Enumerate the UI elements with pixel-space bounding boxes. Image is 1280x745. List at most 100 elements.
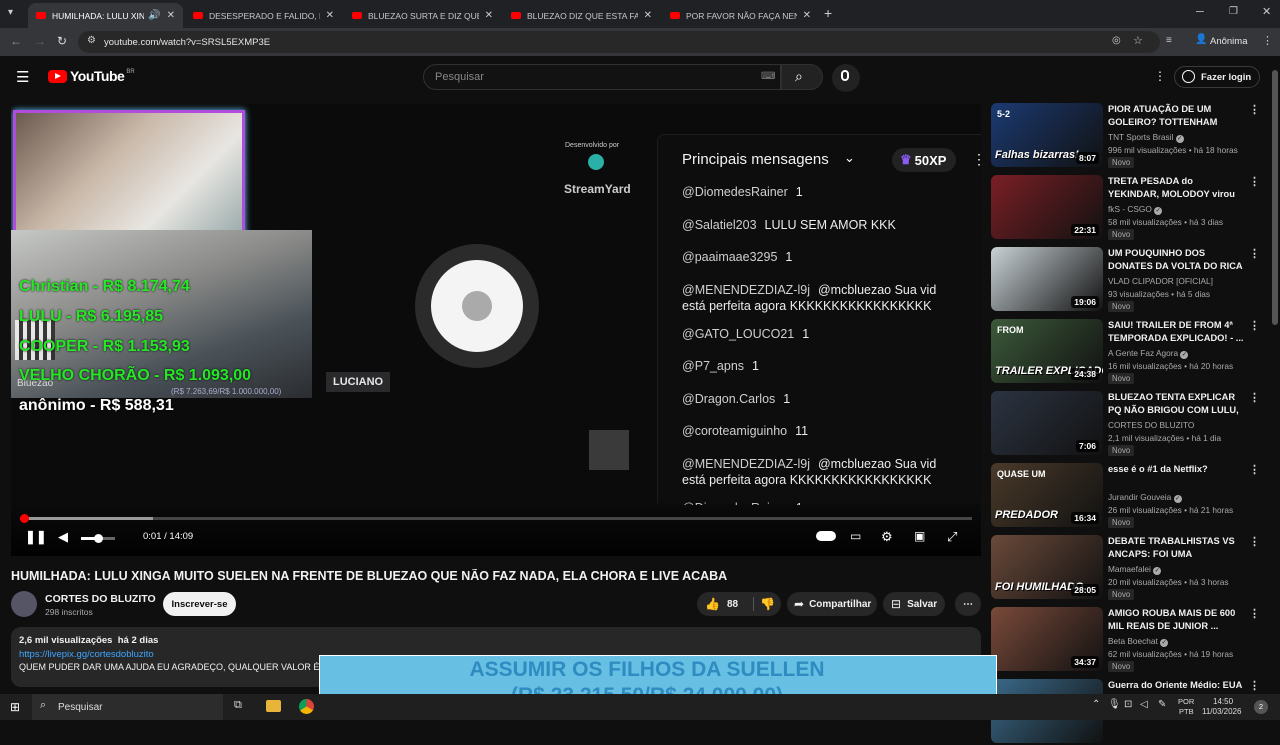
browser-menu-icon[interactable]: ⋮ <box>1262 34 1273 47</box>
tab-search-icon[interactable]: ▾ <box>8 7 13 18</box>
search-input[interactable]: Pesquisar ⌨ <box>423 64 781 90</box>
chat-menu-icon[interactable]: ⋮ <box>972 151 981 168</box>
more-options-icon[interactable]: ⋮ <box>1249 391 1260 404</box>
page-scrollbar[interactable] <box>1272 70 1278 325</box>
channel-name[interactable]: A Gente Faz Agora ✓ <box>1108 348 1189 359</box>
channel-name[interactable]: VLAD CLIPADOR [OFICIAL] <box>1108 276 1213 286</box>
channel-name[interactable]: CORTES DO BLUZITO <box>1108 420 1194 430</box>
tab-audio-icon[interactable]: 🔊 <box>148 10 160 21</box>
more-actions-button[interactable]: ⋯ <box>955 592 981 616</box>
tab-5[interactable]: POR FAVOR NÃO FAÇA NENHUM ✕ <box>662 3 819 28</box>
language-line2[interactable]: PTB <box>1179 707 1194 716</box>
theater-mode-icon[interactable]: ▣ <box>914 529 925 543</box>
video-title[interactable]: esse é o #1 da Netflix? <box>1108 463 1246 476</box>
youtube-logo[interactable]: YouTube BR <box>48 68 135 84</box>
video-thumbnail[interactable]: FOI HUMILHADO 28:05 <box>991 535 1103 599</box>
windows-start-icon[interactable]: ⊞ <box>10 700 20 714</box>
more-options-icon[interactable]: ⋮ <box>1249 247 1260 260</box>
settings-menu-icon[interactable]: ⋮ <box>1154 69 1166 83</box>
url-bar[interactable]: ⚙ youtube.com/watch?v=SRSL5EXMP3E ◎ ☆ <box>78 31 1160 53</box>
save-button[interactable]: ⊟ Salvar <box>883 592 945 616</box>
subscribe-button[interactable]: Inscrever-se <box>163 592 236 616</box>
new-tab-plus-icon[interactable]: + <box>824 5 832 21</box>
recommended-video[interactable]: 19:06 UM POUQUINHO DOS DONATES DA VOLTA D… <box>991 247 1271 313</box>
video-title[interactable]: SAIU! TRAILER DE FROM 4ª TEMPORADA EXPLI… <box>1108 319 1246 344</box>
channel-name[interactable]: Jurandir Gouveia ✓ <box>1108 492 1182 503</box>
reload-icon[interactable]: ↻ <box>57 34 67 48</box>
video-title[interactable]: BLUEZAO TENTA EXPLICAR PQ NÃO BRIGOU COM… <box>1108 391 1246 417</box>
voice-search-button[interactable] <box>832 64 860 92</box>
autoplay-toggle-icon[interactable] <box>816 531 836 541</box>
clock-date[interactable]: 11/03/2026 <box>1202 707 1241 716</box>
notifications-icon[interactable]: 2 <box>1254 700 1268 714</box>
clock-time[interactable]: 14:50 <box>1213 697 1233 706</box>
video-thumbnail[interactable]: 5-2 Falhas bizarras! 8:07 <box>991 103 1103 167</box>
profile-label[interactable]: Anônima <box>1210 36 1248 47</box>
search-button[interactable]: ⌕ <box>781 64 823 90</box>
volume-icon[interactable]: ◀ <box>58 529 68 545</box>
like-button[interactable]: 👍 88 👎 <box>697 592 781 616</box>
microphone-tray-icon[interactable]: 🎙 <box>1108 699 1121 710</box>
captions-icon[interactable]: ▭ <box>850 529 861 543</box>
channel-avatar[interactable] <box>11 591 37 617</box>
minimize-icon[interactable]: ─ <box>1196 6 1204 18</box>
more-options-icon[interactable]: ⋮ <box>1249 319 1260 332</box>
video-thumbnail[interactable]: 34:37 <box>991 607 1103 671</box>
forward-arrow-icon[interactable]: → <box>34 34 46 48</box>
channel-name[interactable]: fkS - CSGO ✓ <box>1108 204 1163 215</box>
restore-icon[interactable]: ❐ <box>1229 6 1238 17</box>
dislike-icon[interactable]: 👎 <box>753 597 775 611</box>
video-thumbnail[interactable]: 22:31 <box>991 175 1103 239</box>
task-view-icon[interactable]: ⧉ <box>234 699 242 712</box>
settings-gear-icon[interactable]: ⚙ <box>881 529 893 545</box>
more-options-icon[interactable]: ⋮ <box>1249 103 1260 116</box>
chevron-up-icon[interactable]: ⌃ <box>1092 699 1100 710</box>
pause-icon[interactable]: ❚❚ <box>25 529 47 545</box>
tab-3[interactable]: BLUEZAO SURTA E DIZ QUE NÃO ✕ <box>344 3 501 28</box>
channel-name[interactable]: CORTES DO BLUZITO <box>45 593 156 605</box>
more-options-icon[interactable]: ⋮ <box>1249 607 1260 620</box>
fullscreen-icon[interactable]: ⤢ <box>947 529 957 545</box>
file-explorer-icon[interactable] <box>266 700 281 712</box>
video-title[interactable]: UM POUQUINHO DOS DONATES DA VOLTA DO RIC… <box>1108 247 1246 273</box>
recommended-video[interactable]: 7:06 BLUEZAO TENTA EXPLICAR PQ NÃO BRIGOU… <box>991 391 1271 457</box>
sign-in-button[interactable]: Fazer login <box>1174 66 1260 88</box>
video-title[interactable]: DEBATE TRABALHISTAS VS ANCAPS: FOI UMA V… <box>1108 535 1246 561</box>
language-line1[interactable]: POR <box>1178 697 1194 706</box>
hamburger-menu-icon[interactable]: ☰ <box>16 68 29 86</box>
video-title[interactable]: PIOR ATUAÇÃO DE UM GOLEIRO? TOTTENHAM FA… <box>1108 103 1246 129</box>
chat-header[interactable]: Principais mensagens <box>682 151 829 168</box>
progress-bar[interactable] <box>20 514 972 523</box>
network-icon[interactable]: ⊡ <box>1124 699 1132 710</box>
video-title[interactable]: TRETA PESADA do YEKINDAR, MOLODOY virou … <box>1108 175 1246 201</box>
scrubber-handle[interactable] <box>20 514 29 523</box>
video-thumbnail[interactable]: FROM TRAILER EXPLICADO 24:38 <box>991 319 1103 383</box>
tab-close-icon[interactable]: ✕ <box>485 10 493 21</box>
tab-2[interactable]: DESESPERADO E FALIDO, BLUEZAO ✕ <box>185 3 342 28</box>
speaker-icon[interactable]: ◁ <box>1140 699 1148 710</box>
recommended-video[interactable]: 5-2 Falhas bizarras! 8:07 PIOR ATUAÇÃO DE U… <box>991 103 1271 169</box>
more-options-icon[interactable]: ⋮ <box>1249 463 1260 476</box>
recommended-video[interactable]: QUASE UM PREDADOR 16:34 esse é o #1 da Netf… <box>991 463 1271 529</box>
video-thumbnail[interactable]: 19:06 <box>991 247 1103 311</box>
close-window-icon[interactable]: ✕ <box>1262 5 1271 18</box>
more-options-icon[interactable]: ⋮ <box>1249 535 1260 548</box>
back-arrow-icon[interactable]: ← <box>10 34 22 48</box>
eye-off-icon[interactable]: ◎ <box>1112 35 1121 46</box>
chevron-down-icon[interactable]: ⌄ <box>844 150 855 166</box>
recommended-video[interactable]: 22:31 TRETA PESADA do YEKINDAR, MOLODOY v… <box>991 175 1271 241</box>
pen-icon[interactable]: ✎ <box>1158 699 1166 710</box>
share-button[interactable]: ➦ Compartilhar <box>787 592 877 616</box>
more-options-icon[interactable]: ⋮ <box>1249 679 1260 692</box>
description-link[interactable]: https://livepix.gg/cortesdobluzito <box>19 649 154 660</box>
channel-name[interactable]: Mamaefalei ✓ <box>1108 564 1162 575</box>
channel-name[interactable]: TNT Sports Brasil ✓ <box>1108 132 1184 143</box>
video-player[interactable]: Bluezao (R$ 7.263,69/R$ 1.000.000,00) LU… <box>11 104 981 556</box>
recommended-video[interactable]: 34:37 AMIGO ROUBA MAIS DE 600 MIL REAIS D… <box>991 607 1271 673</box>
tab-close-icon[interactable]: ✕ <box>644 10 652 21</box>
more-options-icon[interactable]: ⋮ <box>1249 175 1260 188</box>
recommended-video[interactable]: FROM TRAILER EXPLICADO 24:38 SAIU! TRAILER … <box>991 319 1271 385</box>
tab-close-icon[interactable]: ✕ <box>167 10 175 21</box>
keyboard-icon[interactable]: ⌨ <box>761 71 775 82</box>
tab-close-icon[interactable]: ✕ <box>803 10 811 21</box>
